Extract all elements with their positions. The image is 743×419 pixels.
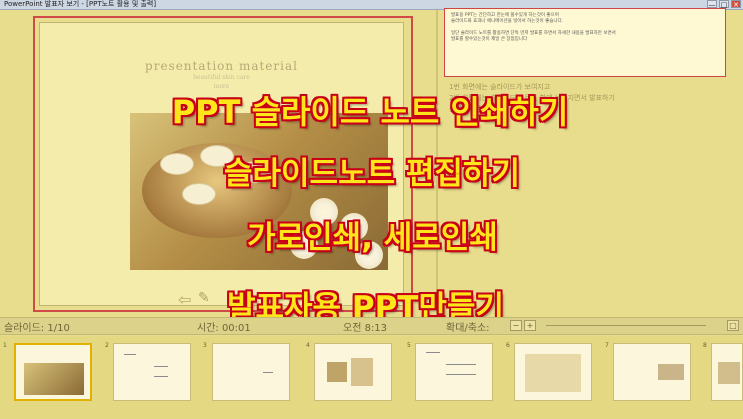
thumbnail-image bbox=[24, 363, 84, 395]
thumbnail-image bbox=[327, 362, 347, 382]
close-button[interactable]: ✕ bbox=[731, 0, 741, 9]
thumbnail-image bbox=[718, 362, 740, 384]
thumb-text bbox=[446, 364, 476, 365]
thumbnail-number: 1 bbox=[3, 342, 7, 349]
thumbnail-number: 3 bbox=[203, 342, 207, 349]
slide-thumbnail[interactable] bbox=[314, 343, 392, 401]
zoom-in-button[interactable]: + bbox=[524, 320, 536, 331]
thumb-text bbox=[263, 372, 273, 373]
status-bar: 슬라이드: 1/10 시간: 00:01 오전 8:13 확대/축소: − + … bbox=[0, 317, 743, 335]
thumbnail-number: 2 bbox=[105, 342, 109, 349]
thumbnail-image bbox=[525, 354, 581, 392]
thumbnail-image bbox=[351, 358, 373, 386]
zoom-slider[interactable] bbox=[546, 325, 706, 326]
slide-thumbnail[interactable] bbox=[113, 343, 191, 401]
thumbnail-number: 4 bbox=[306, 342, 310, 349]
clock: 오전 8:13 bbox=[343, 323, 388, 334]
slide-thumbnail[interactable] bbox=[711, 343, 743, 401]
slide-thumbnail-strip: 1 2 3 4 5 6 7 8 bbox=[0, 336, 743, 419]
slide-thumbnail[interactable] bbox=[415, 343, 493, 401]
maximize-button[interactable]: □ bbox=[719, 0, 729, 9]
thumb-text bbox=[154, 376, 168, 377]
overlay-heading-3: 가로인쇄, 세로인쇄 bbox=[247, 220, 498, 256]
elapsed-time: 시간: 00:01 bbox=[197, 323, 251, 334]
back-arrow-icon[interactable]: ⇦ bbox=[178, 290, 191, 309]
speaker-notes-box[interactable]: 발표용 PPT는 간단하고 한눈에 볼수있게 하는것이 좋으며 슬라이드화 효과… bbox=[444, 8, 726, 77]
zoom-label: 확대/축소: bbox=[446, 323, 490, 334]
thumb-text bbox=[154, 366, 168, 367]
thumb-text bbox=[426, 352, 440, 353]
slide-thumbnail[interactable] bbox=[613, 343, 691, 401]
fit-button[interactable]: □ bbox=[727, 320, 739, 331]
slide-counter: 슬라이드: 1/10 bbox=[4, 323, 70, 334]
slide-thumbnail[interactable] bbox=[14, 343, 92, 401]
zoom-out-button[interactable]: − bbox=[510, 320, 522, 331]
overlay-heading-2: 슬라이드노트 편집하기 bbox=[224, 156, 520, 192]
notes-line: 발표를 할수있는것이 제일 큰 장점입니다 bbox=[451, 37, 528, 42]
thumbnail-number: 5 bbox=[407, 342, 411, 349]
thumb-text bbox=[446, 374, 476, 375]
thumbnail-image bbox=[658, 364, 684, 380]
minimize-button[interactable]: — bbox=[707, 0, 717, 9]
slide-thumbnail[interactable] bbox=[212, 343, 290, 401]
thumb-text bbox=[124, 354, 136, 355]
thumbnail-number: 8 bbox=[703, 342, 707, 349]
window-controls: — □ ✕ bbox=[707, 0, 741, 9]
window-title: PowerPoint 발표자 보기 - [PPT노트 활용 및 출력] bbox=[4, 0, 157, 8]
overlay-heading-1: PPT 슬라이드 노트 인쇄하기 bbox=[171, 93, 569, 131]
slide-thumbnail[interactable] bbox=[514, 343, 592, 401]
thumbnail-number: 7 bbox=[605, 342, 609, 349]
thumbnail-number: 6 bbox=[506, 342, 510, 349]
